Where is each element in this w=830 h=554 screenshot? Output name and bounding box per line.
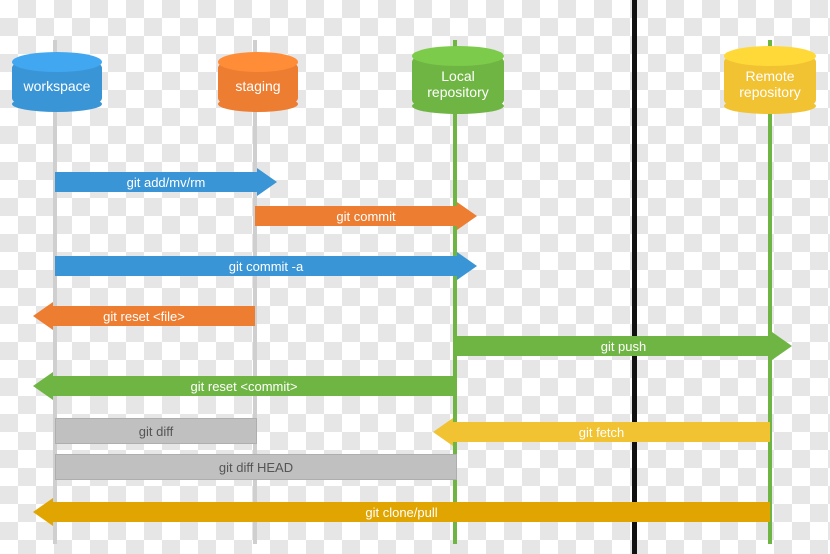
node-staging: staging [218,62,298,104]
arrow-git-fetch-label: git fetch [579,425,625,440]
node-remote-repo: Remote repository [724,56,816,106]
bar-git-diff-head: git diff HEAD [55,454,457,480]
node-remote-repo-label: Remote repository [739,68,800,100]
arrow-git-reset-file: git reset <file> [33,302,255,330]
arrow-git-fetch: git fetch [433,418,770,446]
arrow-git-reset-file-label: git reset <file> [103,309,185,324]
node-staging-label: staging [235,78,280,94]
node-workspace-label: workspace [24,78,91,94]
git-diagram: workspace staging Local repository Remot… [0,0,830,554]
arrow-git-reset-commit: git reset <commit> [33,372,455,400]
arrow-git-reset-commit-label: git reset <commit> [191,379,298,394]
arrow-git-commit-a: git commit -a [55,252,477,280]
arrow-git-clone-pull: git clone/pull [33,498,770,526]
node-local-repo-label: Local repository [427,68,488,100]
arrow-git-push: git push [455,332,792,360]
arrow-git-add: git add/mv/rm [55,168,277,196]
bar-git-diff-head-label: git diff HEAD [219,460,293,475]
arrow-git-commit-label: git commit [336,209,395,224]
node-local-repo: Local repository [412,56,504,106]
arrow-git-push-label: git push [601,339,647,354]
arrow-git-commit: git commit [255,202,477,230]
arrow-git-clone-pull-label: git clone/pull [365,505,437,520]
bar-git-diff: git diff [55,418,257,444]
arrow-git-commit-a-label: git commit -a [229,259,303,274]
arrow-git-add-label: git add/mv/rm [127,175,206,190]
bar-git-diff-label: git diff [139,424,173,439]
node-workspace: workspace [12,62,102,104]
lifeline-remote [768,40,772,544]
boundary-local-remote [632,0,637,554]
